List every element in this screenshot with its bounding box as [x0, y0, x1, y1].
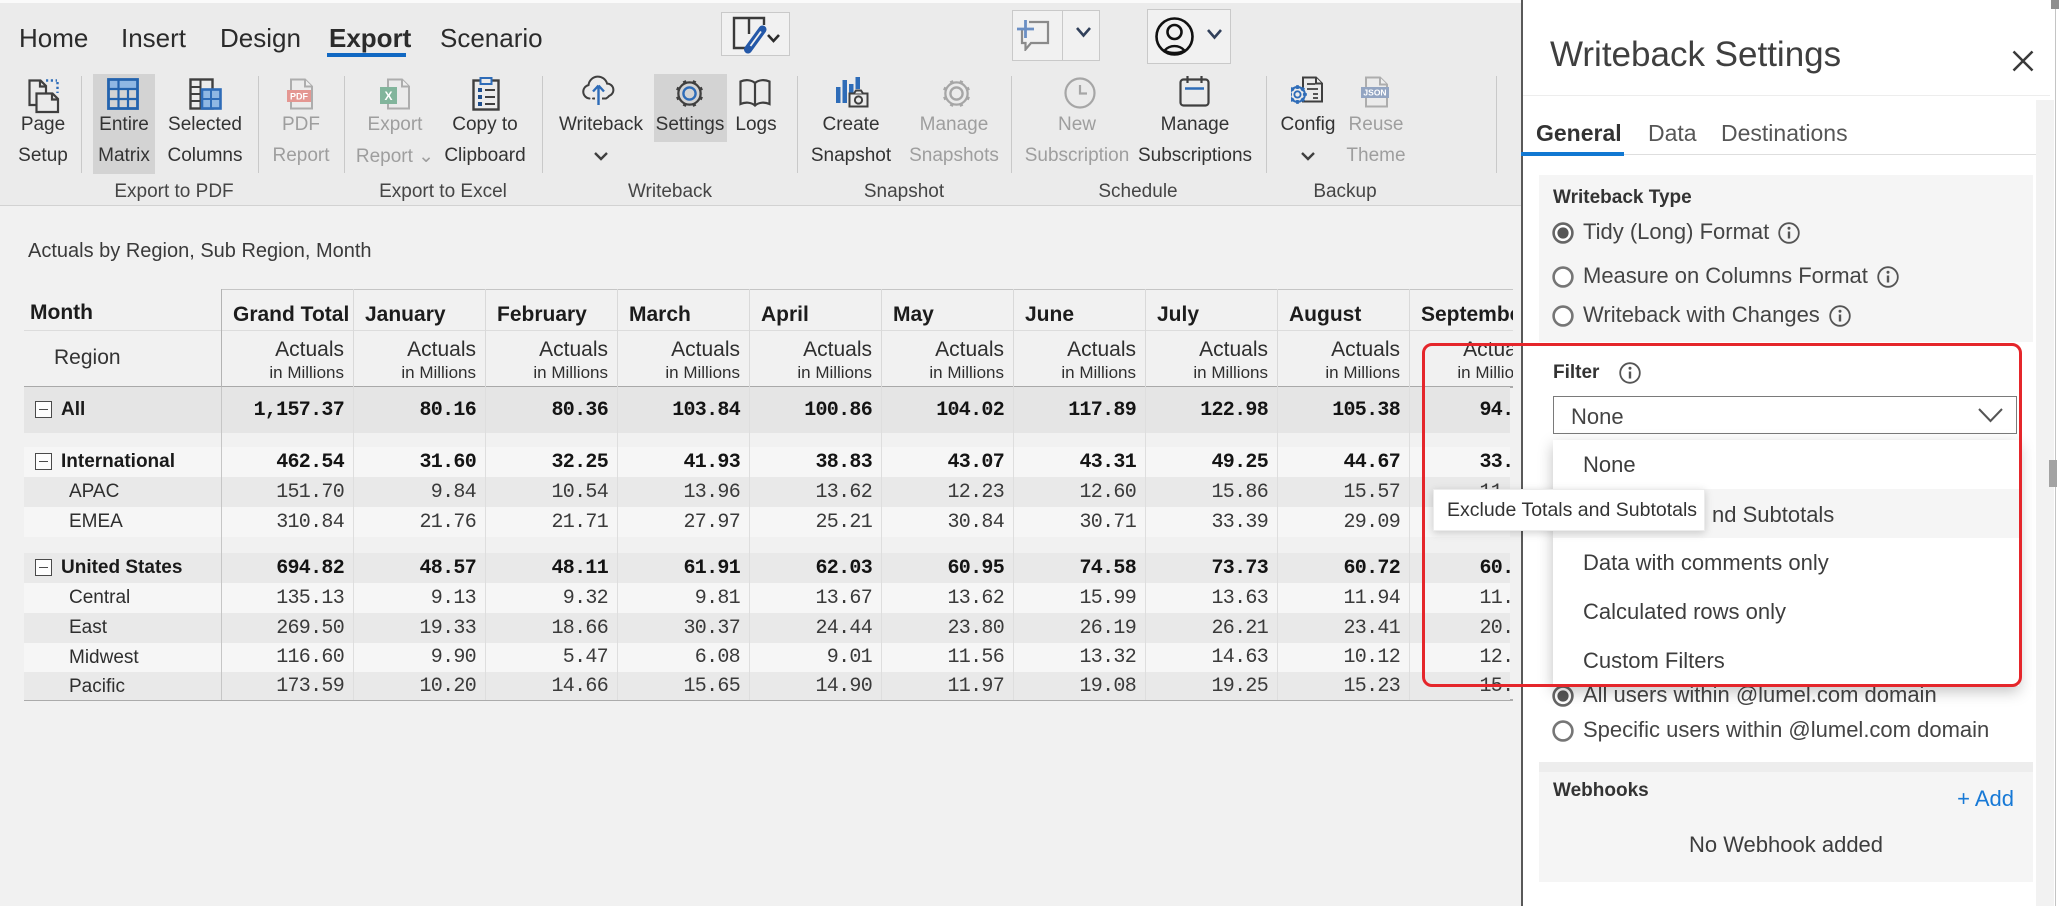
svg-text:JSON: JSON — [1363, 88, 1386, 98]
svg-text:X: X — [384, 89, 392, 103]
svg-text:PDF: PDF — [290, 92, 309, 102]
